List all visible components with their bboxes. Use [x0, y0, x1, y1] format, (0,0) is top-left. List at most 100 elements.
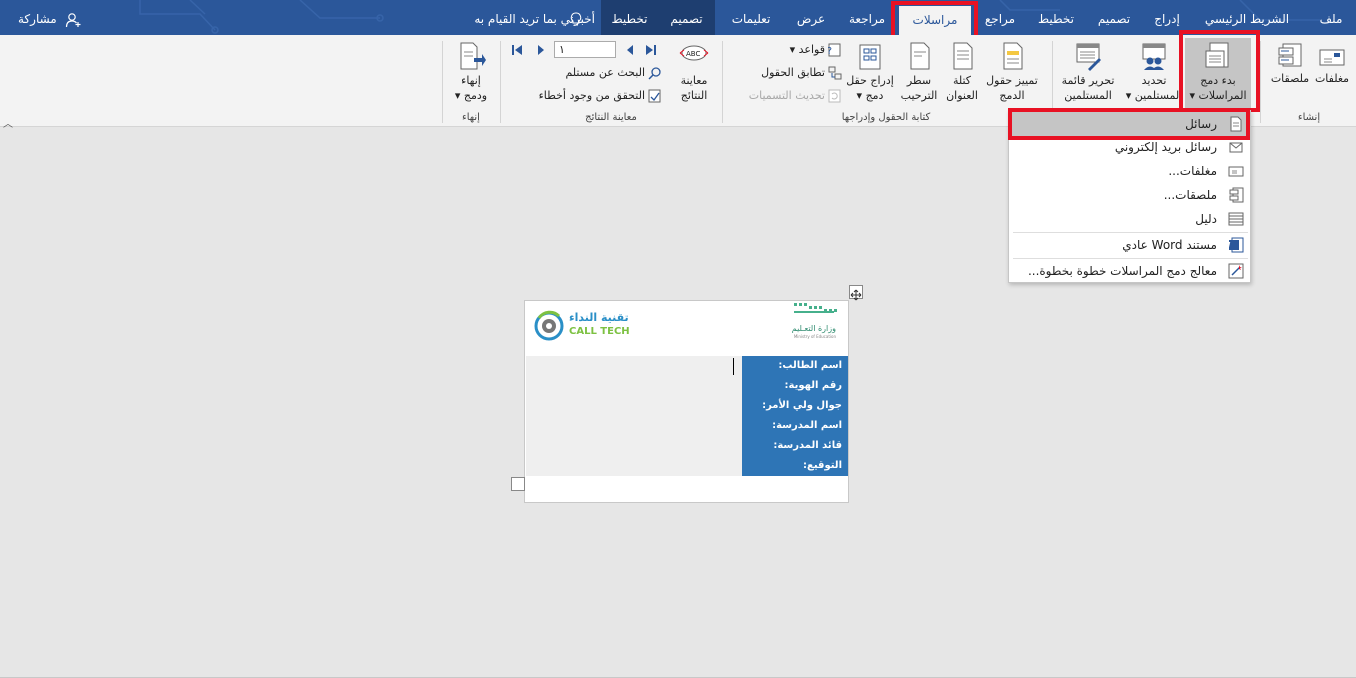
- svg-text:?: ?: [828, 46, 832, 57]
- finish-line2: ▾ ودمج: [454, 89, 488, 102]
- tab-design[interactable]: تصميم: [1090, 0, 1138, 35]
- field-labels-panel: اسم الطالب: رقم الهوية: جوال ولي الأمر: …: [742, 356, 848, 476]
- insert-field-line1: إدراج حقل: [846, 74, 894, 87]
- menu-item-labels[interactable]: ملصقات...: [1010, 183, 1250, 207]
- envelopes-button[interactable]: مغلفات: [1312, 41, 1352, 86]
- greeting-line1: سطر: [906, 74, 932, 87]
- lightbulb-icon: [570, 12, 582, 26]
- highlight-line1: تمييز حقول: [986, 74, 1038, 87]
- edit-list-line1: تحرير قائمة: [1061, 74, 1115, 87]
- move-arrows-icon: [850, 289, 862, 301]
- tab-review[interactable]: مراجعة: [842, 0, 892, 35]
- record-number-input[interactable]: ١: [554, 41, 616, 58]
- labels-label: ملصقات: [1270, 72, 1310, 85]
- word-icon: W: [1228, 237, 1244, 253]
- tab-view[interactable]: عرض: [790, 0, 832, 35]
- call-tech-logo: تقنية النداء CALL TECH: [533, 304, 643, 344]
- envelope-icon: [1319, 49, 1345, 66]
- address-block-button[interactable]: كتلة العنوان: [942, 41, 982, 103]
- next-record-icon[interactable]: [624, 43, 638, 57]
- address-line2: العنوان: [946, 89, 978, 102]
- company-name-en: CALL TECH: [569, 326, 630, 337]
- menu-item-envelopes[interactable]: مغلفات...: [1010, 159, 1250, 183]
- match-fields-button[interactable]: تطابق الحقول: [752, 64, 842, 82]
- tab-help[interactable]: تعليمات: [723, 0, 779, 35]
- share-label: مشاركة: [18, 12, 57, 26]
- highlight-fields-icon: [1003, 42, 1023, 70]
- greeting-line2: الترحيب: [900, 89, 938, 102]
- edit-recipient-list-button[interactable]: تحرير قائمة المستلمين: [1058, 41, 1118, 103]
- greeting-line-icon: [910, 42, 930, 70]
- group-separator: [722, 41, 723, 123]
- envelope-icon: [1228, 166, 1244, 177]
- text-cursor: [733, 358, 734, 375]
- edit-list-icon: [1076, 43, 1101, 71]
- previous-record-icon[interactable]: [534, 43, 548, 57]
- tab-layout[interactable]: تخطيط: [1033, 0, 1079, 35]
- highlight-merge-fields-button[interactable]: تمييز حقول الدمج: [984, 41, 1040, 103]
- field-student-name: اسم الطالب:: [778, 360, 842, 371]
- preview-line1: معاينة: [680, 74, 708, 87]
- wizard-icon: [1228, 263, 1244, 279]
- insert-field-line2: ▾ دمج: [856, 89, 884, 102]
- tab-table-layout[interactable]: تخطيط: [601, 0, 658, 35]
- menu-item-directory[interactable]: دليل: [1010, 207, 1250, 231]
- content-cell[interactable]: [526, 356, 742, 476]
- labels-button[interactable]: ملصقات: [1268, 41, 1312, 86]
- preview-line2: النتائج: [680, 89, 708, 102]
- select-recipients-line1: تحديد: [1141, 74, 1167, 87]
- person-add-icon: [65, 12, 81, 27]
- finish-merge-icon: [460, 42, 486, 70]
- check-errors-button[interactable]: التحقق من وجود أخطاء: [520, 87, 662, 105]
- preview-results-icon: ABC: [679, 45, 709, 61]
- ministry-name-en: Ministry of Education: [794, 334, 837, 339]
- field-signature: التوقيع:: [803, 460, 842, 471]
- first-record-icon[interactable]: [510, 43, 524, 57]
- finish-merge-button[interactable]: إنهاء ▾ ودمج: [450, 41, 492, 103]
- write-insert-fields-group-label: كتابة الحقول وإدراجها: [841, 112, 931, 123]
- ministry-of-education-logo: وزارة التعـليم Ministry of Education: [762, 301, 842, 343]
- tell-me-search[interactable]: أخبرني بما تريد القيام به: [435, 0, 595, 35]
- check-errors-icon: [648, 89, 661, 103]
- greeting-line-button[interactable]: سطر الترحيب: [897, 41, 941, 103]
- field-id-number: رقم الهوية:: [784, 380, 843, 391]
- recipients-icon: [1142, 43, 1166, 70]
- tab-file[interactable]: ملف: [1313, 0, 1349, 35]
- directory-icon: [1228, 212, 1244, 226]
- field-school-name: اسم المدرسة:: [772, 420, 842, 431]
- collapse-ribbon-icon[interactable]: ︿: [3, 115, 13, 130]
- rules-button[interactable]: ? قواعد ▾: [776, 41, 842, 59]
- update-labels-icon: [828, 89, 841, 103]
- title-tab-bar: ملف الشريط الرئيسي إدراج تصميم تخطيط مرا…: [0, 0, 1356, 35]
- group-separator: [500, 41, 501, 123]
- find-recipient-button[interactable]: البحث عن مستلم: [540, 64, 662, 82]
- menu-item-mail-merge-wizard[interactable]: معالج دمج المراسلات خطوة بخطوة...: [1010, 259, 1250, 283]
- start-merge-highlight: [1179, 30, 1260, 112]
- document-page[interactable]: وزارة التعـليم Ministry of Education تقن…: [524, 300, 849, 503]
- tab-references[interactable]: مراجع: [978, 0, 1022, 35]
- envelopes-label: مغلفات: [1314, 72, 1350, 85]
- ministry-name-ar: وزارة التعـليم: [792, 324, 836, 333]
- highlight-line2: الدمج: [999, 89, 1025, 102]
- tab-table-design[interactable]: تصميم: [658, 0, 715, 35]
- email-icon: [1229, 142, 1243, 153]
- svg-text:ABC: ABC: [686, 50, 700, 58]
- insert-field-icon: [859, 44, 881, 70]
- share-button[interactable]: مشاركة: [18, 0, 81, 35]
- insert-merge-field-button[interactable]: إدراج حقل ▾ دمج: [843, 41, 897, 103]
- menu-item-normal-word-document[interactable]: W مستند Word عادي: [1010, 233, 1250, 257]
- letters-highlight: [1008, 108, 1250, 140]
- finish-group-label: إنهاء: [462, 112, 480, 123]
- select-recipients-button[interactable]: تحديد ▾ المستلمين: [1124, 41, 1184, 103]
- match-fields-icon: [828, 66, 842, 80]
- company-name-ar: تقنية النداء: [569, 311, 629, 324]
- find-recipient-icon: [648, 67, 661, 80]
- table-resize-handle[interactable]: [511, 477, 525, 491]
- update-labels-button[interactable]: تحديث التسميات: [734, 87, 842, 105]
- svg-text:W: W: [1228, 241, 1231, 250]
- select-recipients-line2: ▾ المستلمين: [1125, 89, 1183, 102]
- last-record-icon[interactable]: [644, 43, 658, 57]
- table-move-handle[interactable]: [849, 285, 863, 301]
- preview-results-button[interactable]: ABC معاينة النتائج: [672, 41, 716, 103]
- group-separator: [442, 41, 443, 123]
